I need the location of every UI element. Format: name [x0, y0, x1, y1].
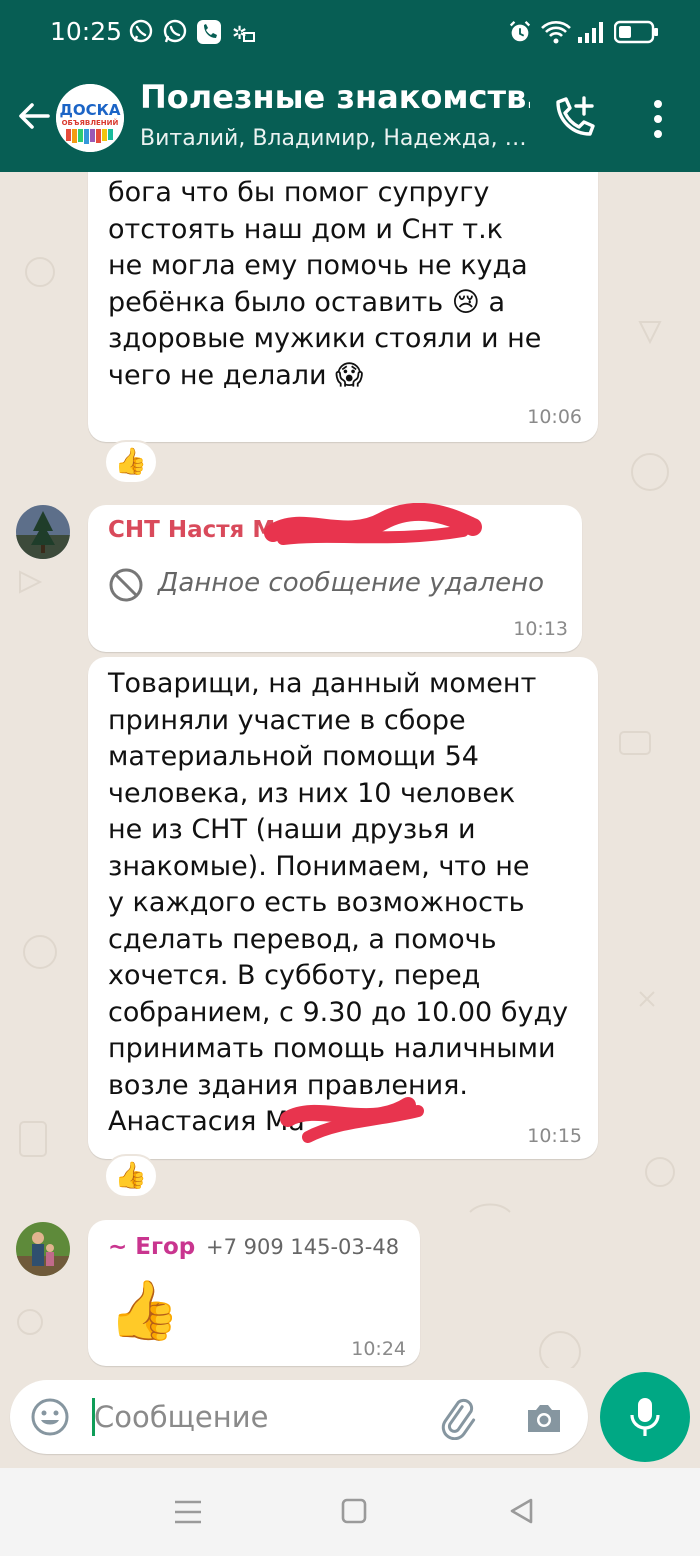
phone-app-icon — [197, 20, 221, 44]
chat-header: ДОСКА ОБЪЯВЛЕНИЙ Полезные знакомств… Вит… — [0, 64, 700, 172]
viber-icon — [129, 19, 153, 43]
emoji-icon[interactable] — [30, 1397, 70, 1437]
sender-name[interactable]: ~ Егор — [108, 1234, 195, 1260]
group-avatar[interactable]: ДОСКА ОБЪЯВЛЕНИЙ — [56, 84, 124, 152]
thumbs-up-emoji: 👍 — [108, 1276, 181, 1344]
message-input[interactable] — [94, 1392, 404, 1442]
svg-text:ДОСКА: ДОСКА — [60, 101, 121, 119]
bulletin-board-logo: ДОСКА ОБЪЯВЛЕНИЙ — [56, 84, 124, 152]
sender-phone: +7 909 145-03-48 — [206, 1235, 400, 1259]
stars-icon: ✲ — [232, 23, 255, 44]
person-avatar-image — [16, 1222, 70, 1276]
group-participants[interactable]: Виталий, Владимир, Надежда, … — [140, 126, 527, 151]
status-bar: 10:25 ✲ — [0, 0, 700, 64]
avatar[interactable] — [16, 1222, 70, 1276]
reaction-badge[interactable]: 👍 — [104, 1154, 158, 1198]
deleted-message-text: Данное сообщение удалено — [158, 568, 545, 598]
status-time: 10:25 — [50, 17, 123, 46]
message-bubble[interactable]: бога что бы помог супругу отстоять наш д… — [88, 172, 598, 442]
message-input-container[interactable] — [10, 1380, 588, 1454]
message-time: 10:15 — [527, 1125, 582, 1147]
microphone-icon — [630, 1398, 660, 1436]
deleted-icon — [109, 568, 143, 602]
voice-message-button[interactable] — [600, 1372, 690, 1462]
message-time: 10:13 — [513, 618, 568, 640]
svg-text:ОБЪЯВЛЕНИЙ: ОБЪЯВЛЕНИЙ — [62, 118, 119, 127]
group-title[interactable]: Полезные знакомств… — [140, 78, 530, 116]
whatsapp-icon — [163, 19, 187, 43]
chat-area[interactable]: бога что бы помог супругу отстоять наш д… — [0, 172, 700, 1368]
message-text: Товарищи, на данный момент приняли участ… — [108, 668, 569, 1137]
app-bar: 10:25 ✲ ДОСКА ОБЪЯВЛЕНИЙ Полезные знаком… — [0, 0, 700, 172]
back-nav-icon[interactable] — [502, 1496, 542, 1528]
message-time: 10:06 — [527, 406, 582, 428]
reaction-badge[interactable]: 👍 — [104, 440, 158, 484]
wifi-icon — [541, 21, 571, 44]
redaction-scribble — [280, 1097, 424, 1143]
recent-apps-icon[interactable] — [168, 1496, 208, 1528]
back-arrow-icon[interactable] — [12, 94, 56, 138]
message-time: 10:24 — [351, 1338, 406, 1360]
signal-icon — [578, 22, 603, 43]
add-call-icon[interactable] — [550, 94, 600, 144]
message-bubble[interactable]: ~ Егор +7 909 145-03-48 👍 10:24 — [88, 1220, 420, 1366]
message-compose-bar — [0, 1368, 700, 1468]
home-icon[interactable] — [334, 1496, 374, 1528]
alarm-icon — [509, 20, 531, 42]
message-bubble[interactable]: Товарищи, на данный момент приняли участ… — [88, 657, 598, 1159]
message-bubble[interactable]: СНТ Настя М Данное сообщение удалено 10:… — [88, 503, 582, 652]
sender-name[interactable]: СНТ Настя М — [108, 517, 275, 543]
camera-icon[interactable] — [522, 1396, 566, 1440]
tree-avatar-image — [16, 505, 70, 559]
avatar[interactable] — [16, 505, 70, 559]
redaction-scribble — [264, 503, 482, 545]
message-text: бога что бы помог супругу отстоять наш д… — [108, 177, 542, 391]
battery-icon — [614, 20, 658, 44]
system-navigation-bar — [0, 1468, 700, 1556]
more-options-icon[interactable] — [638, 96, 678, 142]
attach-icon[interactable] — [434, 1396, 478, 1440]
